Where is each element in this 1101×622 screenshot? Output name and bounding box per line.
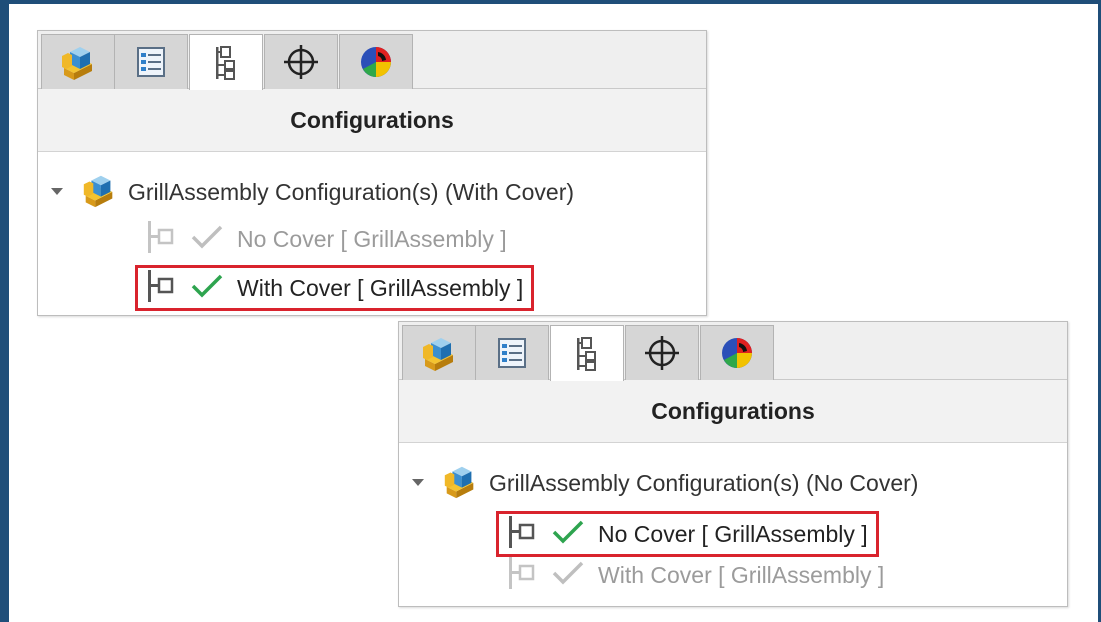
feature-manager-icon [419, 333, 459, 373]
tab-configuration-manager[interactable] [550, 325, 624, 381]
panel-heading: Configurations [399, 380, 1067, 443]
configuration-manager-icon [567, 334, 607, 374]
configuration-label: With Cover [ GrillAssembly ] [237, 274, 524, 301]
collapse-caret-icon[interactable] [411, 476, 425, 490]
manager-tab-bar [38, 31, 706, 90]
property-manager-icon [131, 42, 171, 82]
display-manager-icon [356, 42, 396, 82]
checkmark-icon [191, 273, 223, 304]
tab-property-manager[interactable] [114, 34, 188, 89]
display-manager-icon [717, 333, 757, 373]
checkmark-icon [552, 560, 584, 591]
configuration-node-icon [508, 515, 542, 553]
tree-root-row[interactable]: GrillAssembly Configuration(s) (With Cov… [50, 172, 574, 212]
assembly-icon [441, 462, 479, 505]
frame-left-border [0, 0, 9, 622]
tree-root-row[interactable]: GrillAssembly Configuration(s) (No Cover… [411, 463, 918, 503]
configuration-node-icon [147, 220, 181, 258]
tab-dimxpert-manager[interactable] [625, 325, 699, 380]
configuration-label: With Cover [ GrillAssembly ] [598, 561, 885, 588]
tab-property-manager[interactable] [475, 325, 549, 380]
tab-display-manager[interactable] [700, 325, 774, 380]
dimxpert-manager-icon [281, 42, 321, 82]
tab-display-manager[interactable] [339, 34, 413, 89]
tree-root-label: GrillAssembly Configuration(s) (No Cover… [489, 469, 919, 496]
assembly-icon [80, 171, 118, 214]
frame-top-border [0, 0, 1101, 4]
configuration-manager-panel-with-cover: Configurations GrillAssembly Configurati… [37, 30, 707, 316]
configuration-node-icon [147, 269, 181, 307]
tree-root-label: GrillAssembly Configuration(s) (With Cov… [128, 178, 575, 205]
property-manager-icon [492, 333, 532, 373]
configuration-item-with-cover[interactable]: With Cover [ GrillAssembly ] [135, 265, 535, 311]
dimxpert-manager-icon [642, 333, 682, 373]
tab-feature-manager[interactable] [41, 34, 115, 89]
checkmark-icon [191, 224, 223, 255]
collapse-caret-icon[interactable] [50, 185, 64, 199]
tab-configuration-manager[interactable] [189, 34, 263, 90]
configuration-label: No Cover [ GrillAssembly ] [598, 520, 868, 547]
checkmark-icon [552, 519, 584, 550]
configuration-manager-icon [206, 43, 246, 83]
configuration-item-with-cover[interactable]: With Cover [ GrillAssembly ] [496, 556, 894, 594]
configuration-label: No Cover [ GrillAssembly ] [237, 225, 507, 252]
tab-feature-manager[interactable] [402, 325, 476, 380]
configuration-node-icon [508, 556, 542, 594]
configuration-item-no-cover[interactable]: No Cover [ GrillAssembly ] [496, 511, 879, 557]
configuration-manager-panel-no-cover: Configurations GrillAssembly Configurati… [398, 321, 1068, 607]
configuration-item-no-cover[interactable]: No Cover [ GrillAssembly ] [135, 220, 517, 258]
tab-dimxpert-manager[interactable] [264, 34, 338, 89]
manager-tab-bar [399, 322, 1067, 381]
feature-manager-icon [58, 42, 98, 82]
panel-heading: Configurations [38, 89, 706, 152]
